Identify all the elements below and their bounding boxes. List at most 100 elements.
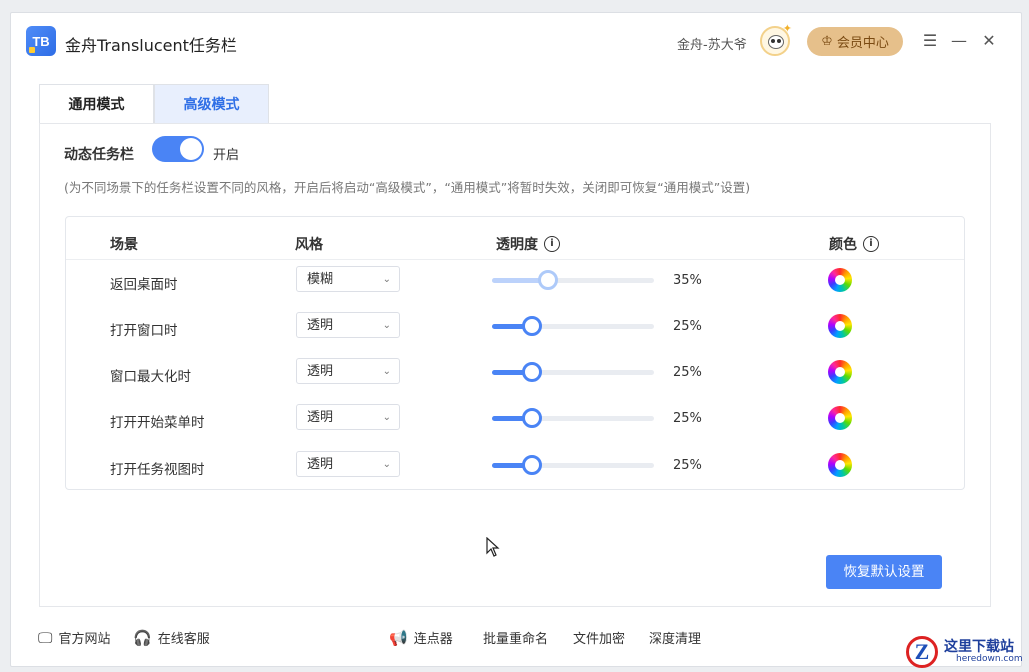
slider-thumb[interactable] — [538, 270, 558, 290]
mode-tabs: 通用模式 高级模式 — [39, 84, 269, 124]
app-logo: TB — [26, 26, 56, 56]
scene-label: 返回桌面时 — [110, 277, 178, 293]
color-info-icon[interactable]: i — [863, 236, 879, 252]
vip-center-button[interactable]: ♔ 会员中心 — [807, 27, 903, 56]
footer-encrypt-label: 文件加密 — [573, 632, 626, 647]
header-color: 颜色 i — [829, 234, 879, 254]
color-wheel-icon[interactable] — [828, 360, 852, 384]
footer-batch-rename[interactable]: 批量重命名 — [483, 628, 548, 647]
footer-rename-label: 批量重命名 — [483, 632, 549, 647]
table-row: 打开任务视图时 透明 ⌄ 25% — [66, 445, 964, 491]
toggle-state-label: 开启 — [213, 148, 240, 163]
opacity-value: 25% — [673, 411, 702, 426]
dynamic-taskbar-label: 动态任务栏 — [64, 147, 134, 163]
footer-clicker-label: 连点器 — [413, 632, 453, 647]
close-button[interactable]: ✕ — [979, 31, 999, 51]
footer-website-label: 官方网站 — [58, 632, 111, 647]
color-wheel-icon[interactable] — [828, 406, 852, 430]
watermark-logo: Z — [906, 636, 938, 668]
opacity-value: 25% — [673, 458, 702, 473]
site-watermark: Z 这里下载站 heredown.com — [900, 632, 1029, 672]
footer-website[interactable]: 🖵 官方网站 — [38, 628, 111, 648]
dynamic-taskbar-toggle[interactable] — [152, 136, 204, 162]
table-row: 返回桌面时 模糊 ⌄ 35% — [66, 260, 964, 306]
style-select[interactable]: 透明 ⌄ — [296, 312, 400, 338]
opacity-slider[interactable] — [492, 454, 654, 476]
footer-support[interactable]: 🎧 在线客服 — [133, 628, 210, 648]
color-wheel-icon[interactable] — [828, 314, 852, 338]
scene-label: 打开窗口时 — [110, 323, 178, 339]
opacity-value: 25% — [673, 365, 702, 380]
header-style: 风格 — [295, 234, 323, 254]
app-title: 金舟Translucent任务栏 — [65, 36, 237, 55]
chevron-down-icon: ⌄ — [382, 366, 391, 377]
mode-description: (为不同场景下的任务栏设置不同的风格，开启后将启动“高级模式”，“通用模式”将暂… — [64, 180, 751, 195]
toggle-knob — [180, 138, 202, 160]
slider-thumb[interactable] — [522, 408, 542, 428]
minimize-button[interactable]: — — [949, 31, 969, 51]
tab-general-mode[interactable]: 通用模式 — [39, 84, 154, 124]
style-select[interactable]: 透明 ⌄ — [296, 404, 400, 430]
header-opacity: 透明度 i — [496, 234, 560, 254]
footer-clicker[interactable]: 📢 连点器 — [389, 628, 453, 648]
scene-label: 窗口最大化时 — [110, 369, 191, 385]
slider-thumb[interactable] — [522, 362, 542, 382]
header-color-label: 颜色 — [829, 237, 857, 253]
avatar-eye — [777, 39, 781, 43]
style-select-value: 透明 — [307, 364, 334, 379]
logo-accent — [29, 47, 35, 53]
opacity-value: 35% — [673, 273, 702, 288]
style-select-value: 透明 — [307, 457, 334, 472]
table-row: 窗口最大化时 透明 ⌄ 25% — [66, 352, 964, 398]
sparkle-icon: ✦ — [782, 22, 792, 35]
header-style-label: 风格 — [295, 237, 323, 253]
opacity-slider[interactable] — [492, 361, 654, 383]
style-select[interactable]: 透明 ⌄ — [296, 451, 400, 477]
chevron-down-icon: ⌄ — [382, 459, 391, 470]
mouse-cursor-icon — [486, 537, 500, 557]
header-opacity-label: 透明度 — [496, 237, 538, 253]
header-scene: 场景 — [110, 234, 138, 254]
avatar-eye — [771, 39, 775, 43]
watermark-title: 这里下载站 — [944, 639, 1014, 655]
table-row: 打开开始菜单时 透明 ⌄ 25% — [66, 398, 964, 444]
header-scene-label: 场景 — [110, 237, 138, 253]
restore-defaults-button[interactable]: 恢复默认设置 — [826, 555, 942, 589]
crown-icon: ♔ — [821, 34, 833, 49]
avatar[interactable]: ✦ — [760, 22, 792, 56]
style-select-value: 模糊 — [307, 272, 334, 287]
style-select[interactable]: 透明 ⌄ — [296, 358, 400, 384]
menu-icon[interactable]: ☰ — [920, 31, 940, 51]
color-wheel-icon[interactable] — [828, 453, 852, 477]
tab-advanced-mode[interactable]: 高级模式 — [154, 84, 269, 124]
watermark-sub: heredown.com — [956, 654, 1023, 664]
footer-deep-clean[interactable]: 深度清理 — [649, 628, 701, 647]
scene-table: 场景 风格 透明度 i 颜色 i 返回桌面时 模糊 ⌄ 35% 打开窗口时 透明 ⌄ 25% 窗… — [65, 216, 965, 490]
opacity-info-icon[interactable]: i — [544, 236, 560, 252]
app-logo-text: TB — [32, 33, 50, 49]
style-select[interactable]: 模糊 ⌄ — [296, 266, 400, 292]
monitor-icon: 🖵 — [38, 628, 53, 647]
color-wheel-icon[interactable] — [828, 268, 852, 292]
scene-label: 打开开始菜单时 — [110, 415, 205, 431]
scene-label: 打开任务视图时 — [110, 462, 205, 478]
footer-file-encrypt[interactable]: 文件加密 — [573, 628, 625, 647]
footer-clean-label: 深度清理 — [649, 632, 702, 647]
slider-thumb[interactable] — [522, 455, 542, 475]
footer-support-label: 在线客服 — [157, 632, 210, 647]
headset-icon: 🎧 — [133, 628, 152, 647]
opacity-slider[interactable] — [492, 269, 654, 291]
chevron-down-icon: ⌄ — [382, 320, 391, 331]
opacity-value: 25% — [673, 319, 702, 334]
username: 金舟-苏大爷 — [677, 38, 747, 53]
table-row: 打开窗口时 透明 ⌄ 25% — [66, 306, 964, 352]
slider-thumb[interactable] — [522, 316, 542, 336]
vip-label: 会员中心 — [836, 36, 889, 51]
style-select-value: 透明 — [307, 318, 334, 333]
opacity-slider[interactable] — [492, 407, 654, 429]
style-select-value: 透明 — [307, 410, 334, 425]
chevron-down-icon: ⌄ — [382, 412, 391, 423]
opacity-slider[interactable] — [492, 315, 654, 337]
chevron-down-icon: ⌄ — [382, 274, 391, 285]
megaphone-icon: 📢 — [389, 628, 408, 647]
